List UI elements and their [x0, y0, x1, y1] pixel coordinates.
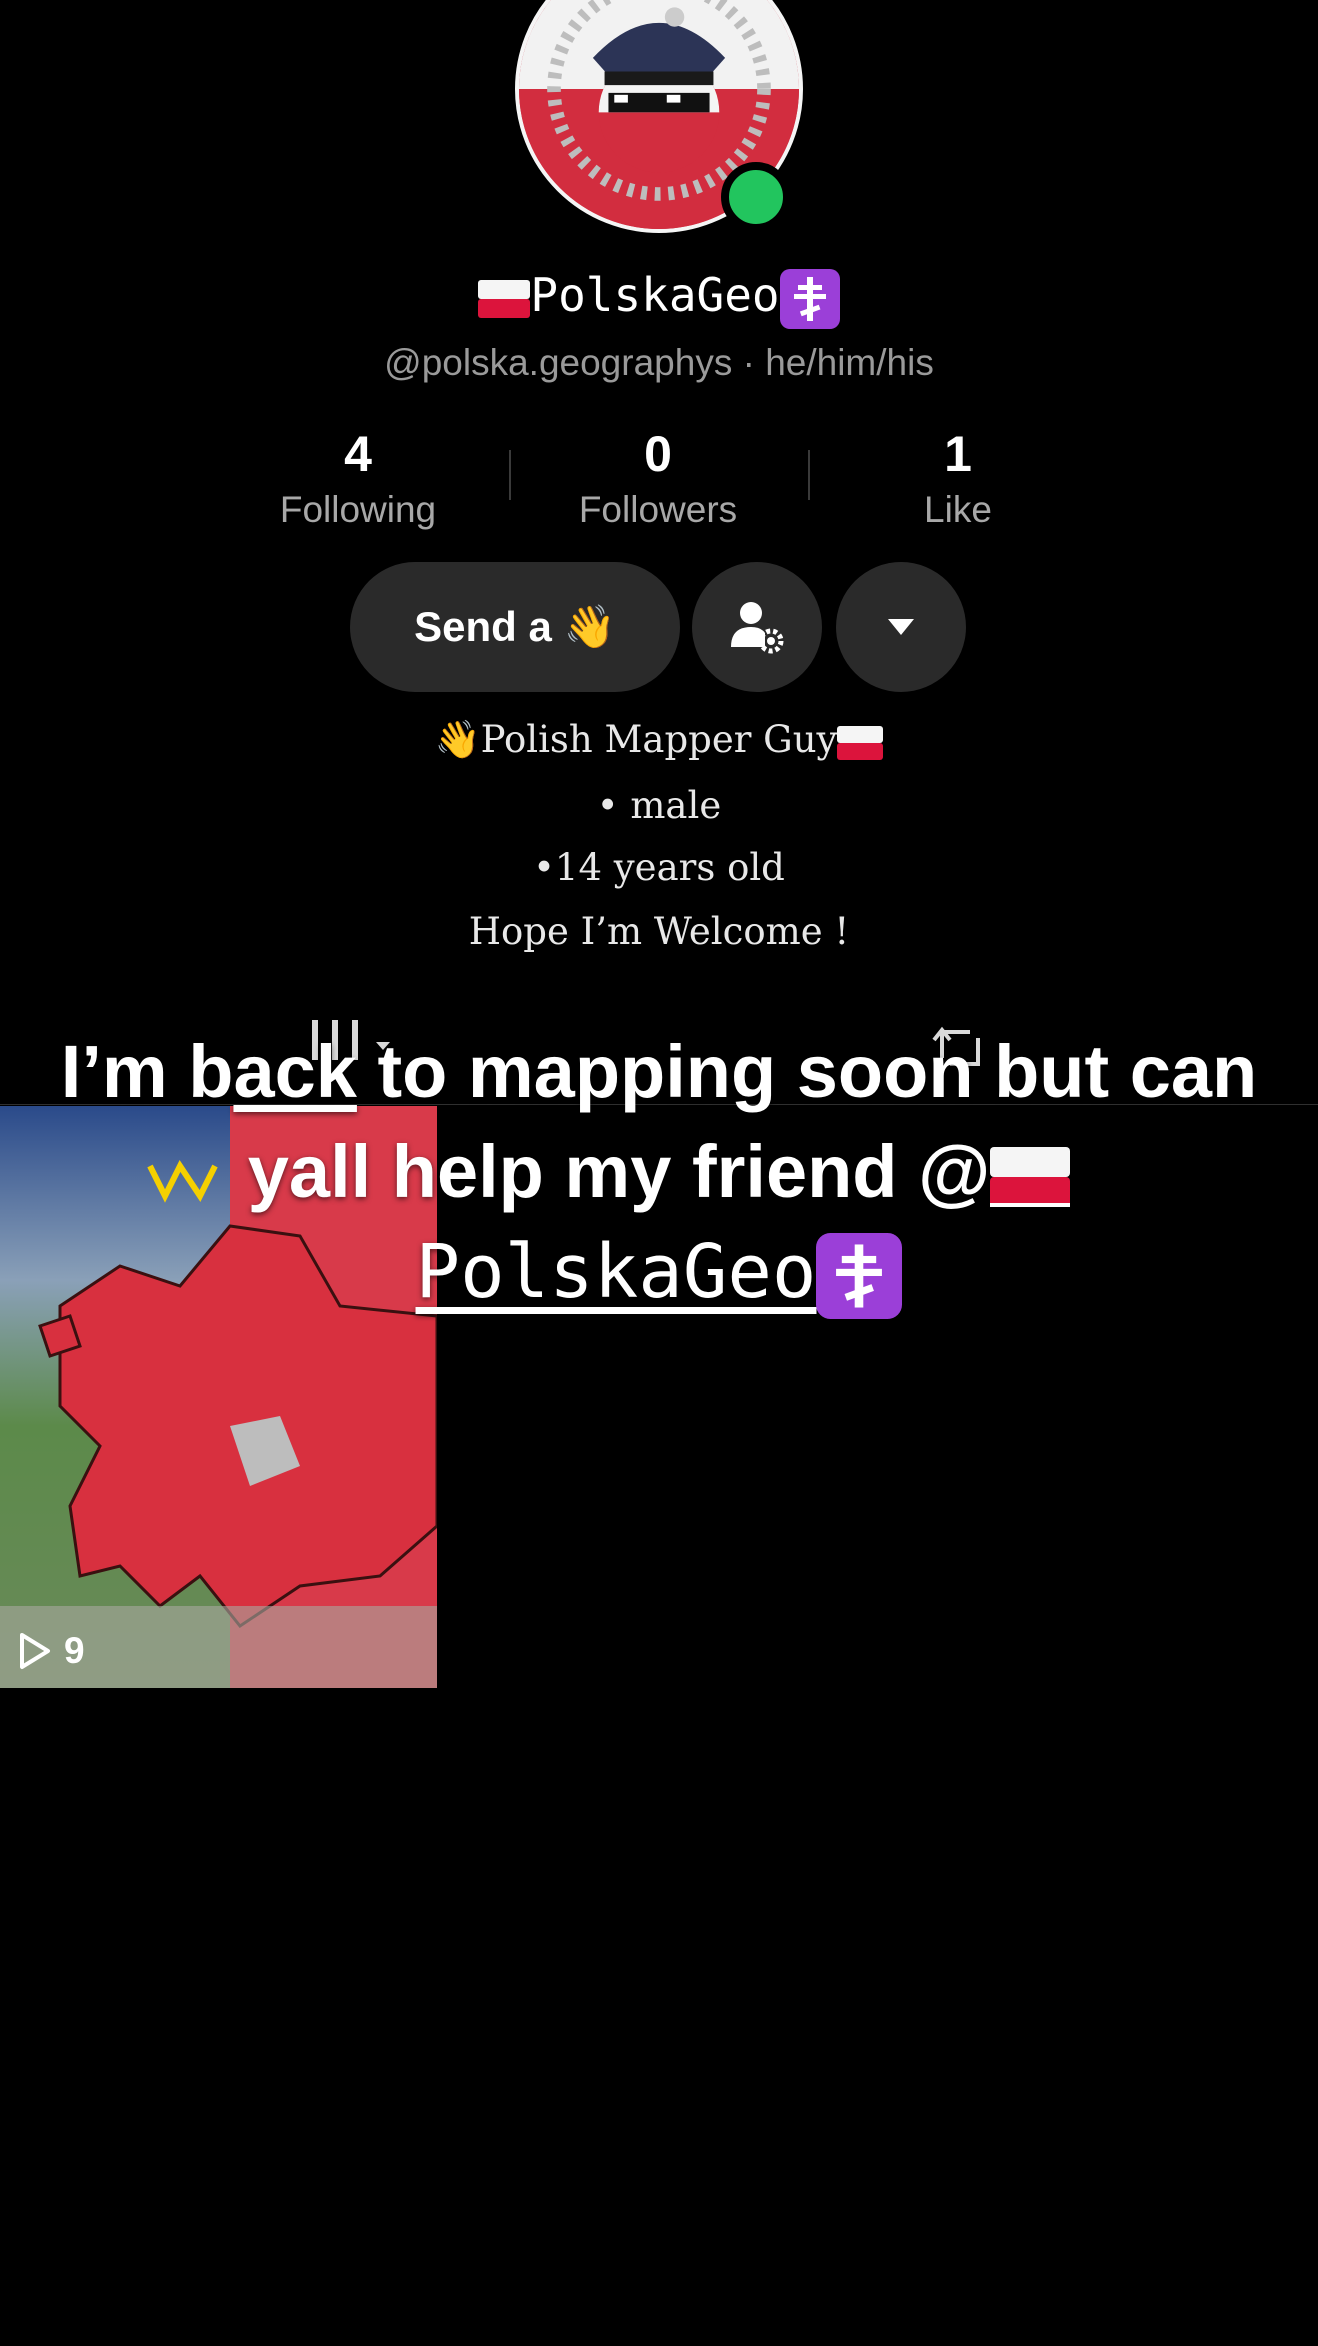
follow-settings-button[interactable]	[692, 562, 822, 692]
stat-followers[interactable]: 0 Followers	[508, 420, 808, 532]
more-options-button[interactable]	[836, 562, 966, 692]
bio-line-3: •14 years old	[533, 846, 785, 889]
likes-count: 1	[944, 426, 972, 482]
followers-label: Followers	[578, 489, 738, 530]
bio-line-2: • male	[596, 784, 722, 827]
waving-hand-icon: 👋	[434, 718, 481, 761]
poland-flag-icon	[478, 279, 531, 318]
poland-flag-icon	[837, 725, 884, 760]
display-name: PolskaGeo	[0, 268, 1318, 329]
mention-link[interactable]: PolskaGeo	[416, 1229, 903, 1320]
user-gear-icon	[731, 602, 784, 654]
stat-likes[interactable]: 1 Like	[808, 420, 1108, 532]
stat-following[interactable]: 4 Following	[208, 420, 508, 532]
handle-pronouns: @polska.geographys · he/him/his	[384, 342, 934, 383]
followers-count: 0	[644, 426, 672, 482]
triangle-down-icon	[888, 619, 914, 635]
view-count: 9	[14, 1630, 85, 1672]
orthodox-cross-icon	[779, 268, 840, 329]
send-wave-button[interactable]: Send a 👋	[350, 562, 680, 692]
likes-label: Like	[924, 489, 992, 530]
following-count: 4	[344, 426, 372, 482]
following-label: Following	[279, 489, 437, 530]
play-icon	[20, 1633, 50, 1669]
poland-flag-icon	[990, 1147, 1071, 1208]
bio-line-1: 👋Polish Mapper Guy	[0, 718, 1318, 762]
online-status-dot	[721, 162, 791, 232]
overlay-caption: I’m back to mapping soon but can yall he…	[60, 1022, 1258, 1322]
bio-line-4: Hope I’m Welcome !	[468, 910, 850, 953]
orthodox-cross-icon	[816, 1233, 903, 1320]
